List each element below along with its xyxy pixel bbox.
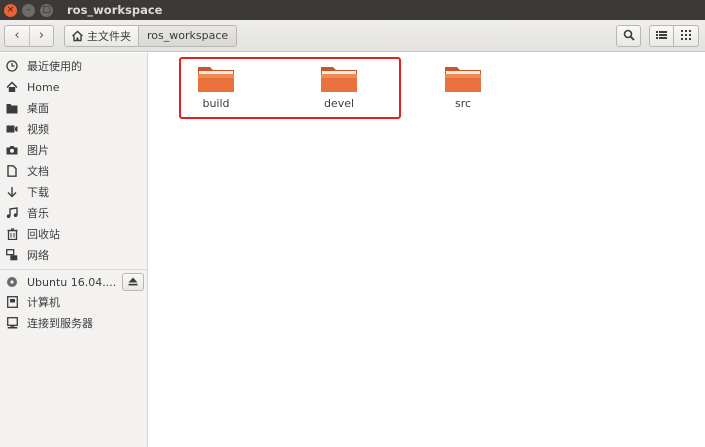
sidebar-item-label: 音乐 xyxy=(27,207,49,220)
sidebar-item-label: 视频 xyxy=(27,123,49,136)
file-item-label: build xyxy=(202,97,230,110)
eject-button[interactable] xyxy=(122,273,144,291)
forward-button[interactable]: › xyxy=(29,25,53,46)
home-icon xyxy=(5,80,19,94)
close-button[interactable]: × xyxy=(4,3,17,17)
breadcrumb-current-label: ros_workspace xyxy=(147,29,229,42)
network-icon xyxy=(5,248,19,262)
computer-icon xyxy=(5,295,19,309)
sidebar-item-connect-server[interactable]: 连接到服务器 xyxy=(0,313,148,333)
minimize-button[interactable]: – xyxy=(22,3,35,17)
title-bar: × – □ ros_workspace xyxy=(0,0,705,20)
folder-icon xyxy=(5,101,19,115)
grid-view-button[interactable] xyxy=(674,25,699,47)
file-item-src[interactable]: src xyxy=(433,65,493,110)
trash-icon xyxy=(5,227,19,241)
clock-icon xyxy=(5,59,19,73)
back-button[interactable]: ‹ xyxy=(5,26,29,46)
sidebar-item-label: 网络 xyxy=(27,249,49,262)
window-title: ros_workspace xyxy=(67,3,163,17)
toolbar-right xyxy=(616,25,699,47)
disc-icon xyxy=(5,275,19,289)
maximize-icon: □ xyxy=(42,4,51,15)
sidebar-item-music[interactable]: 音乐 xyxy=(0,203,148,223)
file-item-label: devel xyxy=(323,97,355,110)
minimize-icon: – xyxy=(26,4,31,15)
sidebar-divider xyxy=(0,269,147,270)
maximize-button[interactable]: □ xyxy=(40,3,53,17)
breadcrumb-home-label: 主文件夹 xyxy=(87,29,131,43)
chevron-right-icon: › xyxy=(38,28,45,43)
breadcrumb-current[interactable]: ros_workspace xyxy=(139,24,238,47)
sidebar-item-pictures[interactable]: 图片 xyxy=(0,140,148,160)
sidebar-item-label: 下载 xyxy=(27,186,49,199)
sidebar-item-computer[interactable]: 计算机 xyxy=(0,292,148,312)
grid-view-icon xyxy=(681,29,691,43)
search-icon xyxy=(623,29,635,44)
sidebar-item-label: 连接到服务器 xyxy=(27,317,93,330)
camera-icon xyxy=(5,143,19,157)
sidebar-item-label: 图片 xyxy=(27,144,49,157)
download-icon xyxy=(5,185,19,199)
close-icon: × xyxy=(6,4,15,15)
nav-group: ‹ › xyxy=(4,24,54,47)
view-toggle xyxy=(649,25,699,47)
sidebar-item-downloads[interactable]: 下载 xyxy=(0,182,148,202)
home-icon xyxy=(71,30,84,42)
file-item-build[interactable]: build xyxy=(186,65,246,110)
folder-icon xyxy=(444,65,482,93)
video-icon xyxy=(5,122,19,136)
sidebar-item-label: 最近使用的 xyxy=(27,60,82,73)
sidebar-item-label: Ubuntu 16.04.... xyxy=(27,275,117,289)
eject-icon xyxy=(128,276,138,289)
sidebar-item-documents[interactable]: 文档 xyxy=(0,161,148,181)
sidebar-item-label: 计算机 xyxy=(27,296,60,309)
sidebar-item-network[interactable]: 网络 xyxy=(0,245,148,265)
breadcrumb-home[interactable]: 主文件夹 xyxy=(64,24,139,47)
sidebar-item-label: 回收站 xyxy=(27,228,60,241)
music-icon xyxy=(5,206,19,220)
sidebar-item-label: Home xyxy=(27,80,60,94)
sidebar-item-label: 文档 xyxy=(27,165,49,178)
sidebar: 最近使用的 Home 桌面 视频 图片 文档 下载 音乐 回收站 网络 Ubun… xyxy=(0,53,148,447)
folder-icon xyxy=(320,65,358,93)
sidebar-item-trash[interactable]: 回收站 xyxy=(0,224,148,244)
toolbar: ‹ › 主文件夹 ros_workspace xyxy=(0,20,705,52)
file-view[interactable]: build devel src xyxy=(149,53,705,447)
file-item-devel[interactable]: devel xyxy=(309,65,369,110)
chevron-left-icon: ‹ xyxy=(14,28,20,43)
file-item-label: src xyxy=(454,97,472,110)
sidebar-item-home[interactable]: Home xyxy=(0,77,148,97)
sidebar-item-label: 桌面 xyxy=(27,102,49,115)
sidebar-item-recent[interactable]: 最近使用的 xyxy=(0,56,148,76)
list-view-icon xyxy=(656,30,667,43)
sidebar-item-desktop[interactable]: 桌面 xyxy=(0,98,148,118)
search-button[interactable] xyxy=(616,25,641,47)
folder-icon xyxy=(197,65,235,93)
list-view-button[interactable] xyxy=(649,25,674,47)
server-icon xyxy=(5,316,19,330)
document-icon xyxy=(5,164,19,178)
sidebar-item-videos[interactable]: 视频 xyxy=(0,119,148,139)
